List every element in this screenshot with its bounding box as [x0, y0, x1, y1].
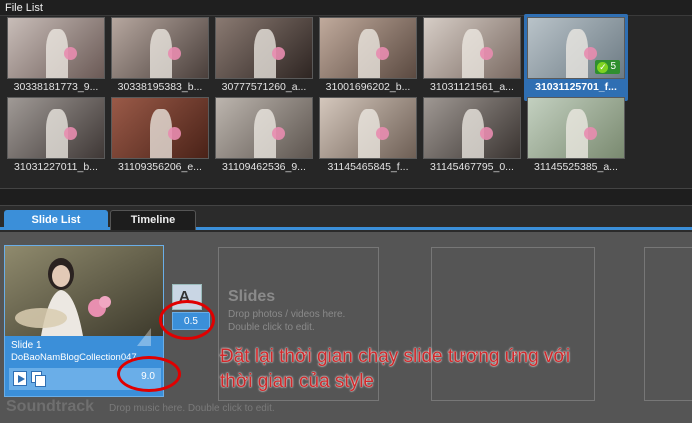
tab-slide-list[interactable]: Slide List [4, 210, 108, 230]
file-list-title: File List [5, 2, 43, 14]
thumbnail-caption: 30338195383_b... [117, 81, 203, 93]
play-icon[interactable] [13, 371, 27, 386]
file-thumbnail[interactable]: 31109356206_e... [108, 94, 212, 181]
soundtrack-title: Soundtrack [6, 398, 95, 415]
slide-list-area[interactable]: Slide 1 DoBaoNamBlogCollection047 9.0 A … [0, 232, 692, 423]
usage-count-badge: ✓ 5 [595, 60, 620, 74]
thumbnail-caption: 31031227011_b... [14, 161, 98, 173]
check-icon: ✓ [597, 61, 609, 73]
slide-thumbnail [5, 246, 163, 336]
copy-icon[interactable] [31, 371, 46, 387]
thumbnail-image [215, 97, 313, 159]
annotation-line-2: thời gian của style [220, 371, 374, 392]
thumbnail-caption: 31145465845_f... [327, 161, 409, 173]
thumbnail-image [7, 17, 105, 79]
file-thumbnail[interactable]: 31031121561_a... [420, 14, 524, 101]
thumbnail-image [423, 17, 521, 79]
thumbnail-caption: 31145467795_0... [430, 161, 514, 173]
file-thumbnail[interactable]: 31001696202_b... [316, 14, 420, 101]
thumbnail-image [7, 97, 105, 159]
thumbnail-image [527, 97, 625, 159]
soundtrack-hint: Drop music here. Double click to edit. [109, 403, 275, 414]
file-thumbnail[interactable]: 30338181773_9... [4, 14, 108, 101]
file-list: 30338181773_9... 30338195383_b... 30777571… [0, 14, 692, 188]
file-thumbnail[interactable]: 31145465845_f... [316, 94, 420, 181]
thumbnail-caption: 30338181773_9... [13, 81, 99, 93]
thumbnail-image [319, 17, 417, 79]
thumbnail-caption: 31001696202_b... [325, 81, 411, 93]
tab-timeline[interactable]: Timeline [110, 210, 196, 230]
thumbnail-image [111, 97, 209, 159]
thumbnail-caption: 31109356206_e... [118, 161, 202, 173]
panel-splitter[interactable] [0, 188, 692, 206]
thumbnail-image [319, 97, 417, 159]
thumbnail-image [423, 97, 521, 159]
thumbnail-caption: 31031121561_a... [430, 81, 514, 93]
thumbnail-caption: 30777571260_a... [221, 81, 307, 93]
file-thumbnail[interactable]: ✓ 5 31031125701_f... [524, 14, 628, 101]
file-thumbnail[interactable]: 31109462536_9... [212, 94, 316, 181]
annotation-line-1: Đặt lại thời gian chạy slide tương ứng v… [220, 346, 571, 367]
highlight-circle-duration [117, 356, 181, 392]
highlight-circle-transition [159, 300, 215, 340]
usage-count: 5 [610, 61, 616, 72]
thumbnail-image [215, 17, 313, 79]
thumbnail-image [111, 17, 209, 79]
slide-corner-marker [137, 328, 151, 346]
annotation-text: Đặt lại thời gian chạy slide tương ứng v… [220, 344, 692, 394]
thumbnail-caption: 31145525385_a... [534, 161, 618, 173]
slides-placeholder-hint: Drop photos / videos here. [228, 309, 346, 320]
slides-placeholder-title: Slides [228, 288, 276, 305]
file-thumbnail[interactable]: 31145467795_0... [420, 94, 524, 181]
file-thumbnail[interactable]: 30777571260_a... [212, 14, 316, 101]
file-thumbnail[interactable]: 31031227011_b... [4, 94, 108, 181]
thumbnail-caption: 31031125701_f... [535, 81, 617, 93]
thumbnail-image: ✓ 5 [527, 17, 625, 79]
file-thumbnail[interactable]: 31145525385_a... [524, 94, 628, 181]
file-thumbnail[interactable]: 30338195383_b... [108, 14, 212, 101]
tab-bar: Slide List Timeline [0, 206, 692, 230]
slides-placeholder-hint-edit: Double click to edit. [228, 322, 315, 333]
slide-name: Slide 1 [11, 340, 42, 351]
thumbnail-caption: 31109462536_9... [222, 161, 306, 173]
